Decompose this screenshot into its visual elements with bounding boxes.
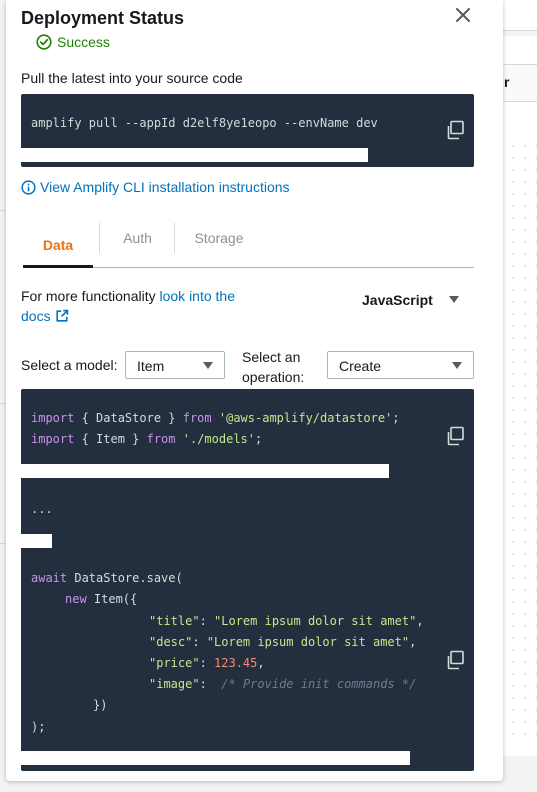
code-keyword: from: [146, 432, 176, 446]
tab-auth[interactable]: Auth: [99, 223, 175, 253]
code-keyword: import: [31, 411, 75, 425]
code-text: DataStore.save(: [67, 571, 183, 585]
info-icon: [21, 179, 36, 195]
redaction-bar: [21, 534, 52, 548]
code-string: '@aws-amplify/datastore': [218, 411, 393, 425]
code-text: { Item }: [74, 432, 147, 446]
tab-data[interactable]: Data: [23, 222, 93, 268]
code-string: "price": [149, 656, 200, 670]
more-functionality-text: For more functionality look into the doc…: [21, 286, 251, 326]
copy-icon: [447, 120, 464, 140]
redaction-bar: [21, 464, 389, 478]
copy-snippet-button[interactable]: [445, 650, 465, 670]
code-string: "title": [149, 614, 200, 628]
deployment-status-panel: Deployment Status Success Pull the lates…: [6, 0, 503, 781]
code-text: ,: [257, 656, 265, 670]
code-text: { DataStore }: [74, 411, 183, 425]
code-text: ;: [255, 432, 263, 446]
code-string: './models': [182, 432, 255, 446]
code-line-ellipsis: ...: [31, 502, 53, 516]
status-text: Success: [57, 34, 110, 50]
code-line-field-desc: "desc": "Lorem ipsum dolor sit amet",: [149, 635, 417, 649]
code-text: ,: [416, 614, 424, 628]
cli-command-text: amplify pull --appId d2elf8ye1eopo --env…: [31, 116, 378, 130]
tab-bar: Data Auth Storage: [23, 222, 474, 268]
code-string: "Lorem ipsum dolor sit amet": [206, 635, 410, 649]
status-indicator: Success: [36, 34, 110, 50]
caret-down-icon: [449, 296, 459, 303]
model-select[interactable]: Item: [125, 351, 225, 379]
model-select-value: Item: [137, 358, 165, 374]
language-dropdown[interactable]: JavaScript: [362, 290, 460, 310]
copy-icon: [447, 650, 464, 670]
code-text: ;: [392, 411, 400, 425]
code-number: 123.45: [214, 656, 258, 670]
code-line-new-item: new Item({: [65, 592, 137, 606]
code-keyword: import: [31, 432, 75, 446]
pull-instructions-label: Pull the latest into your source code: [21, 70, 243, 86]
copy-imports-button[interactable]: [445, 426, 465, 446]
copy-cli-button[interactable]: [445, 120, 465, 140]
code-line-save: await DataStore.save(: [31, 571, 183, 585]
code-string: "image": [149, 677, 200, 691]
code-keyword: await: [31, 571, 68, 585]
caret-down-icon: [452, 362, 462, 369]
close-button[interactable]: [452, 4, 474, 26]
background-column-header: r: [504, 74, 510, 90]
language-value: JavaScript: [362, 292, 433, 308]
success-check-icon: [36, 34, 52, 50]
cli-command-box: amplify pull --appId d2elf8ye1eopo --env…: [21, 94, 474, 167]
code-comment: /* Provide init commands */: [221, 677, 417, 691]
code-line-field-title: "title": "Lorem ipsum dolor sit amet",: [149, 614, 424, 628]
caret-down-icon: [203, 362, 213, 369]
close-icon: [456, 8, 470, 22]
code-string: "desc": [149, 635, 193, 649]
panel-title: Deployment Status: [21, 8, 185, 28]
model-select-label: Select a model:: [21, 357, 118, 373]
code-string: "Lorem ipsum dolor sit amet": [214, 614, 417, 628]
code-keyword: from: [182, 411, 212, 425]
more-functionality-prefix: For more functionality: [21, 288, 156, 304]
operation-select-value: Create: [339, 358, 382, 374]
cli-install-link[interactable]: View Amplify CLI installation instructio…: [21, 179, 290, 195]
code-line-field-image: "image": /* Provide init commands */: [149, 677, 417, 691]
redaction-bar: [21, 751, 410, 765]
cli-install-link-text: View Amplify CLI installation instructio…: [40, 179, 290, 195]
code-text: ,: [409, 635, 417, 649]
code-line-import-item: import { Item } from './models';: [31, 432, 262, 446]
external-link-icon: [55, 309, 68, 322]
operation-select[interactable]: Create: [327, 351, 474, 379]
tab-storage[interactable]: Storage: [174, 223, 263, 253]
background-dot-grid: [507, 140, 537, 740]
code-keyword: new: [65, 592, 87, 606]
operation-select-label: Select an operation:: [242, 349, 305, 385]
code-text: Item({: [86, 592, 138, 606]
code-line-field-price: "price": 123.45,: [149, 656, 265, 670]
code-line-import-datastore: import { DataStore } from '@aws-amplify/…: [31, 411, 400, 425]
redaction-bar: [21, 148, 368, 162]
copy-icon: [447, 426, 464, 446]
code-line-close-call: );: [31, 720, 46, 734]
code-snippet-box: import { DataStore } from '@aws-amplify/…: [21, 389, 474, 771]
code-line-close-object: }): [93, 698, 108, 712]
